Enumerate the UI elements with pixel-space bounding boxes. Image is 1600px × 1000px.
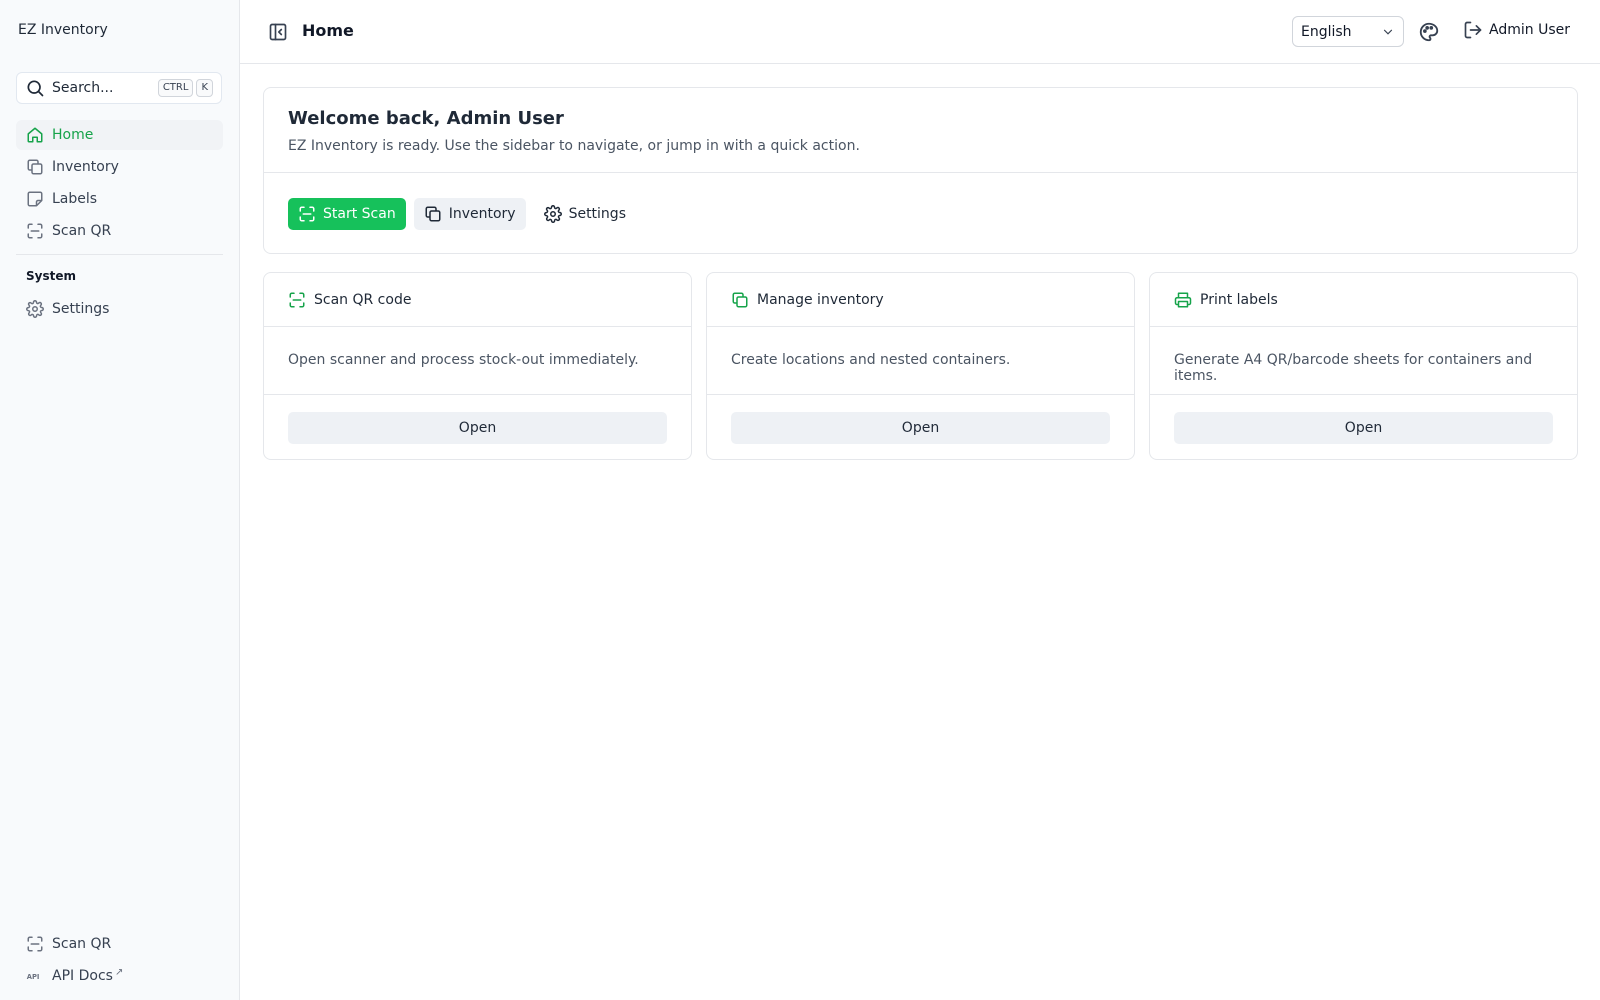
card-divider bbox=[707, 326, 1134, 327]
card-divider bbox=[707, 394, 1134, 395]
open-print-labels-button[interactable]: Open bbox=[1174, 412, 1553, 444]
quick-actions: Start Scan Inventory Settings bbox=[288, 198, 644, 230]
sticky-note-icon bbox=[27, 191, 43, 207]
sidebar-item-labels[interactable]: Labels bbox=[16, 184, 223, 214]
sidebar-toggle-icon[interactable] bbox=[268, 22, 288, 42]
language-value: English bbox=[1301, 23, 1352, 40]
sidebar-item-label: Inventory bbox=[52, 159, 119, 175]
open-inventory-button[interactable]: Open bbox=[731, 412, 1110, 444]
card-divider bbox=[1150, 394, 1577, 395]
copy-icon bbox=[732, 292, 748, 308]
shortcut-key-ctrl: CTRL bbox=[157, 79, 194, 97]
sidebar-system-nav: Settings bbox=[16, 294, 223, 326]
card-divider bbox=[1150, 326, 1577, 327]
sidebar-divider bbox=[16, 254, 223, 255]
home-icon bbox=[27, 127, 43, 143]
copy-icon bbox=[27, 159, 43, 175]
api-icon: API bbox=[27, 973, 40, 981]
search-icon bbox=[27, 80, 44, 97]
card-description: Open scanner and process stock-out immed… bbox=[288, 352, 639, 368]
sidebar: EZ Inventory Search... CTRL K Home Inven… bbox=[0, 0, 240, 1000]
section-label-system: System bbox=[26, 269, 76, 283]
sidebar-item-home[interactable]: Home bbox=[16, 120, 223, 150]
scan-icon bbox=[27, 223, 43, 239]
inventory-label: Inventory bbox=[448, 206, 516, 222]
scan-icon bbox=[289, 292, 305, 308]
sidebar-item-label: Settings bbox=[52, 301, 110, 317]
svg-text:API: API bbox=[27, 973, 40, 981]
chevron-down-icon bbox=[1383, 29, 1393, 35]
sidebar-item-api-docs[interactable]: API API Docs ↗ bbox=[16, 961, 223, 991]
open-scan-qr-button[interactable]: Open bbox=[288, 412, 667, 444]
card-divider bbox=[264, 394, 691, 395]
search-placeholder: Search... bbox=[52, 80, 114, 96]
app-name: EZ Inventory bbox=[18, 22, 108, 38]
card-header: Scan QR code bbox=[288, 291, 411, 309]
sidebar-bottom-nav: Scan QR API API Docs ↗ bbox=[16, 929, 223, 993]
inventory-button[interactable]: Inventory bbox=[413, 198, 526, 230]
user-menu-button[interactable]: Admin User bbox=[1463, 20, 1570, 40]
card-description: Create locations and nested containers. bbox=[731, 352, 1011, 368]
search-input[interactable]: Search... CTRL K bbox=[16, 72, 222, 104]
sidebar-nav: Home Inventory Labels Scan QR bbox=[16, 120, 223, 248]
top-header: Home English Admin User bbox=[240, 0, 1600, 64]
sidebar-item-label: Labels bbox=[52, 191, 98, 207]
card-header: Print labels bbox=[1174, 291, 1278, 309]
gear-icon bbox=[543, 205, 562, 223]
shortcut-key-k: K bbox=[196, 79, 213, 97]
sidebar-item-settings[interactable]: Settings bbox=[16, 294, 223, 324]
gear-icon bbox=[26, 300, 44, 318]
log-out-icon bbox=[1464, 21, 1482, 39]
welcome-subtitle: EZ Inventory is ready. Use the sidebar t… bbox=[288, 138, 860, 154]
settings-button[interactable]: Settings bbox=[534, 198, 636, 230]
page-title: Home bbox=[302, 21, 354, 40]
card-title: Manage inventory bbox=[757, 292, 884, 308]
card-title: Print labels bbox=[1200, 292, 1278, 308]
external-link-icon: ↗ bbox=[114, 966, 124, 978]
sidebar-item-label: Home bbox=[52, 127, 94, 143]
sidebar-item-label: API Docs bbox=[52, 968, 113, 984]
welcome-divider bbox=[264, 172, 1577, 173]
settings-label: Settings bbox=[568, 206, 626, 222]
start-scan-label: Start Scan bbox=[323, 206, 396, 222]
card-header: Manage inventory bbox=[731, 291, 884, 309]
card-scan-qr: Scan QR code Open scanner and process st… bbox=[263, 272, 692, 460]
welcome-card: Welcome back, Admin User EZ Inventory is… bbox=[263, 87, 1578, 254]
copy-icon bbox=[425, 206, 441, 222]
sidebar-item-label: Scan QR bbox=[52, 223, 112, 239]
sidebar-item-label: Scan QR bbox=[52, 936, 112, 952]
scan-icon bbox=[299, 206, 315, 222]
sidebar-item-inventory[interactable]: Inventory bbox=[16, 152, 223, 182]
welcome-title: Welcome back, Admin User bbox=[288, 108, 564, 129]
card-divider bbox=[264, 326, 691, 327]
card-description: Generate A4 QR/barcode sheets for contai… bbox=[1174, 352, 1533, 384]
palette-icon[interactable] bbox=[1418, 21, 1440, 43]
card-title: Scan QR code bbox=[314, 292, 412, 308]
sidebar-item-scan-qr-bottom[interactable]: Scan QR bbox=[16, 929, 223, 959]
language-select[interactable]: English bbox=[1292, 16, 1404, 47]
printer-icon bbox=[1174, 292, 1192, 308]
card-print-labels: Print labels Generate A4 QR/barcode shee… bbox=[1149, 272, 1578, 460]
card-manage-inventory: Manage inventory Create locations and ne… bbox=[706, 272, 1135, 460]
start-scan-button[interactable]: Start Scan bbox=[288, 198, 406, 230]
sidebar-item-scan-qr[interactable]: Scan QR bbox=[16, 216, 223, 246]
scan-icon bbox=[27, 936, 43, 952]
user-name: Admin User bbox=[1489, 22, 1570, 38]
